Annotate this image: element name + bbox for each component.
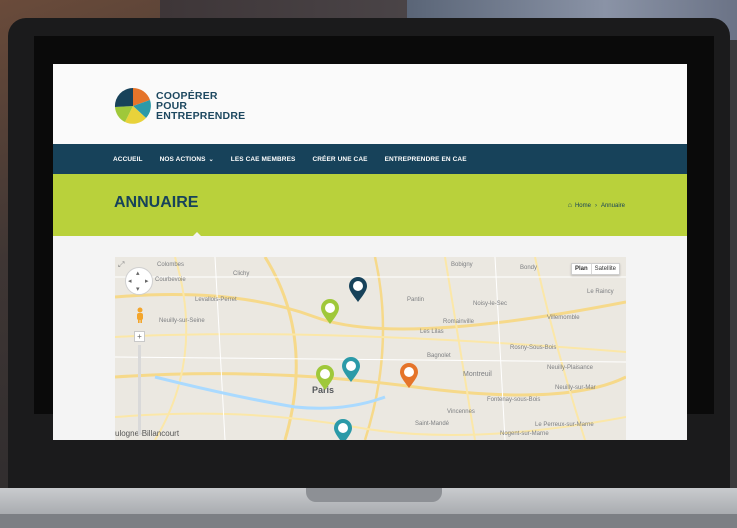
nav-item-accueil[interactable]: ACCUEIL <box>113 156 143 163</box>
map-label: Noisy-le-Sec <box>473 301 508 307</box>
map-label: Montreuil <box>463 371 492 378</box>
pan-down-icon[interactable]: ▾ <box>136 285 140 293</box>
map-label: Levallois-Perret <box>195 297 237 303</box>
map-pin-icon[interactable] <box>348 277 368 303</box>
laptop-base-edge <box>0 514 737 528</box>
main-nav: ACCUEIL NOS ACTIONS ⌄ LES CAE MEMBRES CRÉ… <box>53 144 687 174</box>
nav-item-cae-membres[interactable]: LES CAE MEMBRES <box>231 156 296 163</box>
map-pin-icon[interactable] <box>341 357 361 383</box>
logo-pie-icon <box>114 87 151 124</box>
map-label: Vincennes <box>447 409 475 415</box>
directory-map[interactable]: Colombes Clichy Bobigny Bondy Courbevoie… <box>115 257 626 440</box>
page-title-band: ANNUAIRE ⌂ Home › Annuaire <box>53 174 687 236</box>
map-type-toggle: Plan Satellite <box>570 263 620 275</box>
map-label: Clichy <box>233 271 250 277</box>
breadcrumb-separator: › <box>594 202 597 209</box>
home-icon[interactable]: ⌂ <box>568 202 572 209</box>
map-label: Colombes <box>157 262 185 268</box>
pan-left-icon[interactable]: ◂ <box>128 277 132 285</box>
map-label: Nogent-sur-Marne <box>500 431 549 437</box>
logo-line-3: ENTREPRENDRE <box>156 110 246 122</box>
map-label: Les Lilas <box>420 329 444 335</box>
pan-up-icon[interactable]: ▴ <box>136 269 140 277</box>
map-label: Bagnolet <box>427 353 451 359</box>
map-label: Neuilly-sur-Seine <box>159 318 205 324</box>
map-label: ulogne-Billancourt <box>115 429 180 438</box>
map-label: Courbevoie <box>155 277 186 283</box>
chevron-down-icon: ⌄ <box>208 156 214 163</box>
map-label: Bondy <box>520 265 538 271</box>
site-header: COOPÉRER POUR ENTREPRENDRE <box>53 64 687 144</box>
map-label: Bobigny <box>451 262 473 268</box>
website-page: COOPÉRER POUR ENTREPRENDRE ACCUEIL NOS A… <box>53 64 687 440</box>
logo-text: COOPÉRER POUR ENTREPRENDRE <box>156 91 246 122</box>
map-label: Saint-Mandé <box>415 421 450 427</box>
map-label: Pantin <box>407 297 425 303</box>
breadcrumb-home-link[interactable]: Home <box>575 203 591 209</box>
band-pointer <box>191 232 203 238</box>
pan-control[interactable]: ▴ ◂ ▸ ▾ <box>125 267 153 295</box>
page-title: ANNUAIRE <box>114 194 199 211</box>
fullscreen-icon[interactable]: ⤢ <box>118 260 124 270</box>
map-type-satellite-button[interactable]: Satellite <box>592 264 619 274</box>
map-pin-icon[interactable] <box>399 363 419 389</box>
map-label: Le Raincy <box>587 289 614 295</box>
street-view-pegman-icon[interactable] <box>135 307 145 323</box>
map-type-plan-button[interactable]: Plan <box>572 264 592 274</box>
zoom-slider[interactable] <box>138 345 141 435</box>
breadcrumb-current: Annuaire <box>600 202 625 209</box>
breadcrumb: ⌂ Home › Annuaire <box>568 202 625 209</box>
map-label: Fontenay-sous-Bois <box>487 397 541 403</box>
map-pin-icon[interactable] <box>320 299 340 325</box>
map-label: Le Perreux-sur-Marne <box>535 422 594 428</box>
map-label: Neuilly-sur-Mar <box>555 385 596 391</box>
map-label: Romainville <box>443 319 475 325</box>
map-label: Rosny-Sous-Bois <box>510 345 557 351</box>
map-pin-icon[interactable] <box>333 419 353 440</box>
site-logo[interactable]: COOPÉRER POUR ENTREPRENDRE <box>113 86 245 126</box>
nav-item-creer-cae[interactable]: CRÉER UNE CAE <box>312 156 367 163</box>
nav-item-entreprendre[interactable]: ENTREPRENDRE EN CAE <box>385 156 467 163</box>
map-label: Neuilly-Plaisance <box>547 365 594 371</box>
nav-item-nos-actions[interactable]: NOS ACTIONS ⌄ <box>160 156 214 163</box>
map-pin-icon[interactable] <box>315 365 335 391</box>
zoom-in-button[interactable]: + <box>134 331 145 342</box>
map-label: Villemomble <box>547 315 580 321</box>
laptop-notch <box>306 488 442 502</box>
pan-right-icon[interactable]: ▸ <box>145 277 149 285</box>
